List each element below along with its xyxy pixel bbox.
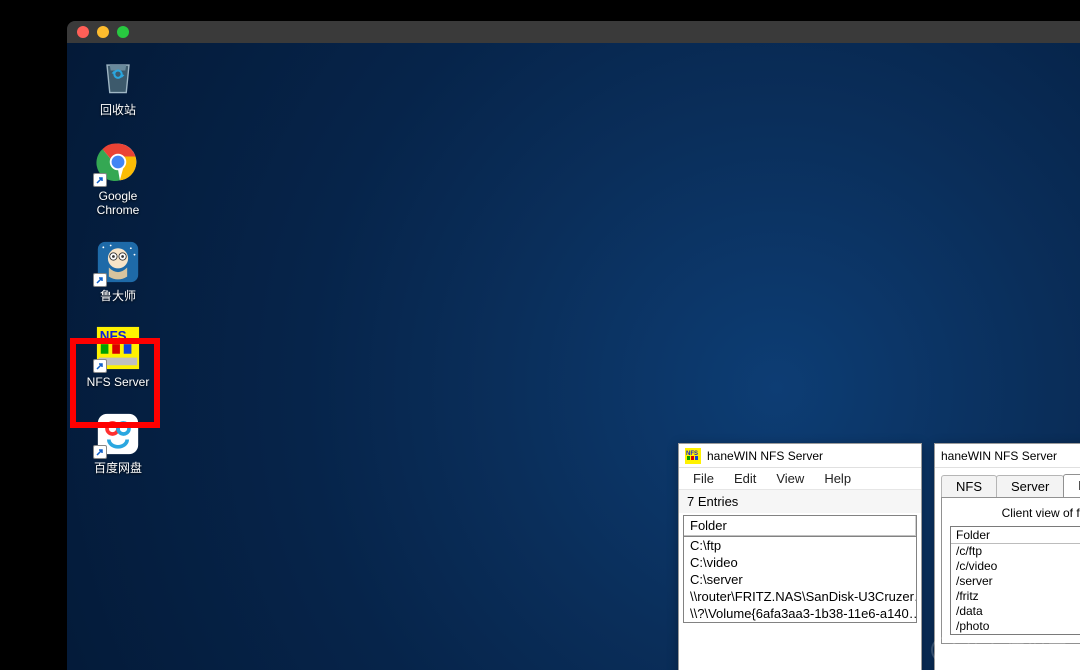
desktop-icon-recycle-bin[interactable]: 回收站 — [76, 53, 160, 117]
folder-list[interactable]: C:\ftp C:\video C:\server \\router\FRITZ… — [683, 537, 917, 623]
list-item[interactable]: /data — [951, 604, 1080, 619]
tab-content: Client view of folders Folder /c/ftp /c/… — [941, 497, 1080, 644]
list-item[interactable]: /server — [951, 574, 1080, 589]
entries-count: 7 Entries — [679, 490, 921, 513]
client-view-label: Client view of folders — [950, 506, 1080, 520]
app-titlebar[interactable]: haneWIN NFS Server — [935, 444, 1080, 468]
desktop-icon-baidu-netdisk[interactable]: 百度网盘 — [76, 411, 160, 475]
shortcut-arrow-icon — [93, 273, 107, 287]
shortcut-arrow-icon — [93, 173, 107, 187]
desktop-icon-label: 鲁大师 — [100, 289, 136, 303]
mac-zoom-button[interactable] — [117, 26, 129, 38]
tab-bar: NFS Server Ex — [935, 468, 1080, 497]
desktop-icon-label: Google Chrome — [97, 189, 140, 217]
ludashi-icon — [95, 239, 141, 285]
list-item[interactable]: C:\ftp — [684, 537, 916, 554]
app-icon: NFS — [685, 448, 701, 464]
desktop-icon-label: NFS Server — [87, 375, 150, 389]
column-folder[interactable]: Folder — [951, 527, 1080, 544]
hanewin-nfs-settings-window[interactable]: haneWIN NFS Server NFS Server Ex Client … — [934, 443, 1080, 670]
mac-minimize-button[interactable] — [97, 26, 109, 38]
mac-window: 回收站 — [67, 21, 1080, 670]
menu-help[interactable]: Help — [816, 469, 859, 488]
shortcut-arrow-icon — [93, 445, 107, 459]
menu-file[interactable]: File — [685, 469, 722, 488]
client-folder-list[interactable]: Folder /c/ftp /c/video /server /fritz /d… — [950, 526, 1080, 635]
list-item[interactable]: /photo — [951, 619, 1080, 634]
window-title: haneWIN NFS Server — [707, 449, 823, 463]
tab-server[interactable]: Server — [996, 475, 1064, 497]
mac-close-button[interactable] — [77, 26, 89, 38]
menu-view[interactable]: View — [768, 469, 812, 488]
desktop-icon-google-chrome[interactable]: Google Chrome — [76, 139, 160, 217]
list-item[interactable]: /c/video — [951, 559, 1080, 574]
desktop-icon-ludashi[interactable]: 鲁大师 — [76, 239, 160, 303]
list-item[interactable]: \\router\FRITZ.NAS\SanDisk-U3Cruzer… — [684, 588, 916, 605]
nfs-server-icon: NFS — [95, 325, 141, 371]
desktop-icons-column: 回收站 — [73, 53, 163, 475]
menu-edit[interactable]: Edit — [726, 469, 764, 488]
stage: 回收站 — [0, 0, 1080, 670]
list-item[interactable]: \\?\Volume{6afa3aa3-1b38-11e6-a140… — [684, 605, 916, 622]
list-item[interactable]: /fritz — [951, 589, 1080, 604]
svg-text:NFS: NFS — [100, 328, 127, 343]
chrome-icon — [95, 139, 141, 185]
list-item[interactable]: C:\server — [684, 571, 916, 588]
desktop-icon-label: 百度网盘 — [94, 461, 142, 475]
menubar: File Edit View Help — [679, 468, 921, 490]
column-folder[interactable]: Folder — [684, 516, 916, 536]
windows-desktop[interactable]: 回收站 — [67, 43, 1080, 670]
list-item[interactable]: /c/ftp — [951, 544, 1080, 559]
list-item[interactable]: C:\video — [684, 554, 916, 571]
tab-nfs[interactable]: NFS — [941, 475, 997, 497]
mac-titlebar — [67, 21, 1080, 43]
recycle-bin-icon — [95, 53, 141, 99]
tab-exports[interactable]: Ex — [1063, 474, 1080, 497]
baidu-netdisk-icon — [95, 411, 141, 457]
window-title: haneWIN NFS Server — [941, 449, 1057, 463]
app-titlebar[interactable]: NFS haneWIN NFS Server — [679, 444, 921, 468]
shortcut-arrow-icon — [93, 359, 107, 373]
desktop-icon-label: 回收站 — [100, 103, 136, 117]
list-header: Folder — [683, 515, 917, 537]
hanewin-nfs-server-window[interactable]: NFS haneWIN NFS Server File Edit View He… — [678, 443, 922, 670]
desktop-icon-nfs-server[interactable]: NFS NFS Server — [76, 325, 160, 389]
